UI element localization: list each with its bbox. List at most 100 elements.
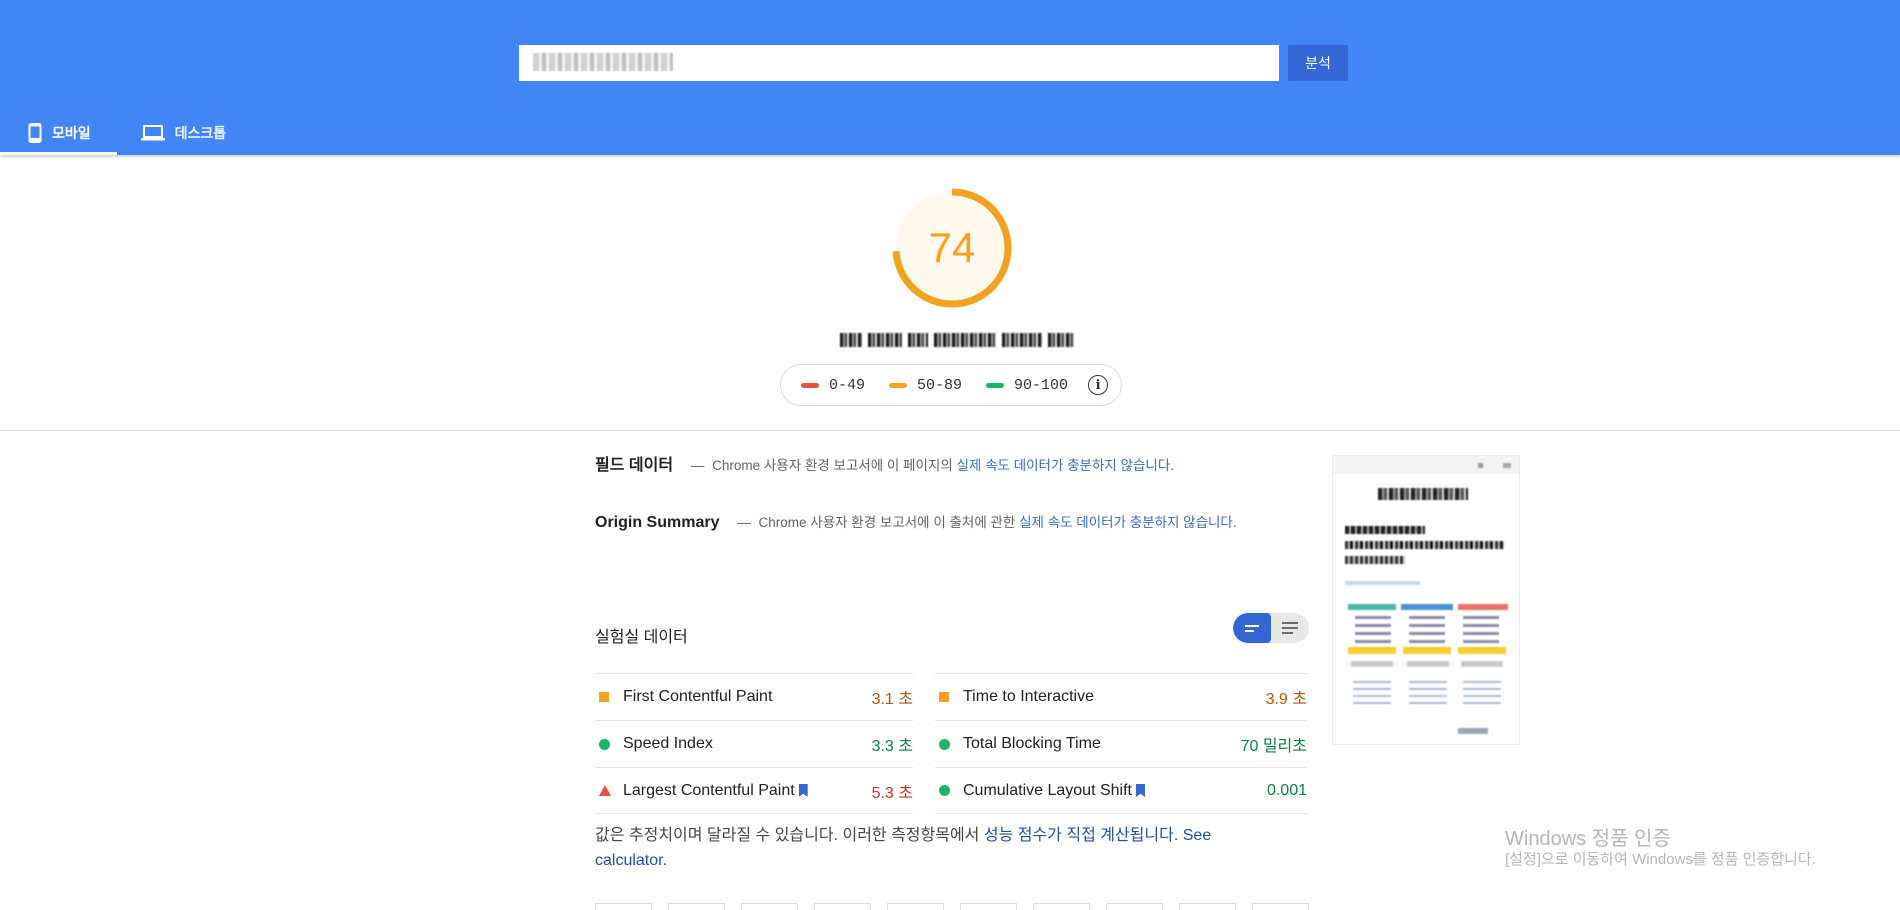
origin-summary-dash: — [737,515,751,530]
legend-swatch-pass [986,382,1005,388]
metric-name: Total Blocking Time [963,735,1101,752]
origin-summary-row: Origin Summary — Chrome 사용자 환경 보고서에 이 출처… [595,512,1255,534]
preview-block [1378,488,1468,500]
field-data-row: 필드 데이터 — Chrome 사용자 환경 보고서에 이 페이지의 실제 속도… [595,455,1315,477]
metric-value: 3.9 초 [1265,691,1307,708]
preview-block [1401,604,1453,610]
filmstrip-frame [595,903,652,910]
section-divider [0,430,1900,431]
note-text: 값은 추정치이며 달라질 수 있습니다. 이러한 측정항목에서 [595,827,980,844]
filmstrip-frame [668,903,725,910]
legend-item-average: 50-89 [889,377,962,394]
preview-block [1503,463,1511,468]
filmstrip-frame [814,903,871,910]
tab-desktop[interactable]: 데스크톱 [117,110,253,155]
preview-block [1345,581,1420,585]
metric-speed-index: Speed Index 3.3 초 [595,720,913,767]
origin-summary-text: 사용자 환경 보고서에 이 출처에 관한 [810,515,1016,530]
metric-name-wrap: Cumulative Layout Shift [963,782,1267,800]
mobile-icon [28,122,42,143]
metric-tti: Time to Interactive 3.9 초 [935,673,1307,720]
origin-summary-end: . [1232,515,1237,530]
metric-value: 70 밀리초 [1240,738,1307,755]
lab-data-heading: 실험실 데이터 [595,629,688,646]
windows-activation-subtitle: [설정]으로 이동하여 Windows를 정품 인증합니다. [1505,851,1816,868]
analyze-button[interactable]: 분석 [1288,45,1348,81]
preview-block [1351,661,1393,667]
lab-metrics-grid: First Contentful Paint 3.1 초 Time to Int… [595,673,1307,814]
preview-block [1461,661,1503,667]
score-calculation-link[interactable]: 성능 점수가 직접 계산됩니다 [984,827,1174,844]
metric-name: Largest Contentful Paint [623,781,795,799]
field-data-heading: 필드 데이터 [595,457,674,474]
desktop-icon [140,124,165,142]
preview-block [1353,681,1391,709]
metric-name: Cumulative Layout Shift [963,781,1132,799]
preview-block [1478,463,1483,468]
legend-item-pass: 90-100 [986,377,1068,394]
legend-swatch-fail [801,382,819,388]
preview-address-bar [1333,456,1519,474]
metric-value: 3.3 초 [871,738,913,755]
info-icon[interactable]: i [1088,375,1109,395]
filmstrip-frame [1033,903,1090,910]
performance-score-gauge: 74 [890,186,1014,310]
lab-data-note: 값은 추정치이며 달라질 수 있습니다. 이러한 측정항목에서 성능 점수가 직… [595,823,1275,873]
metric-value: 0.001 [1266,781,1307,799]
metric-tbt: Total Blocking Time 70 밀리초 [935,720,1307,767]
preview-block [1348,604,1396,610]
origin-summary-link[interactable]: 실제 속도 데이터가 충분하지 않습니다 [1019,515,1233,530]
pass-circle-icon [595,738,623,750]
pass-circle-icon [935,738,963,750]
windows-activation-title: Windows 정품 인증 [1505,828,1671,850]
legend-swatch-average [889,382,908,388]
compact-view-button[interactable] [1233,613,1271,643]
metric-name: Time to Interactive [963,688,1095,705]
field-data-source: Chrome [712,458,761,473]
metrics-view-toggle[interactable] [1233,613,1309,643]
preview-block [1407,661,1449,667]
filmstrip-frame [887,903,944,910]
pass-circle-icon [935,785,963,796]
pass-circle [939,785,950,796]
preview-block [1463,681,1501,709]
metric-value: 5.3 초 [871,784,913,802]
preview-block [1345,556,1405,564]
tab-mobile[interactable]: 모바일 [0,110,117,155]
compact-view-icon [1245,624,1259,632]
bookmark-icon[interactable] [1135,784,1145,797]
field-data-link[interactable]: 실제 속도 데이터가 충분하지 않습니다 [957,458,1171,473]
preview-block [1458,647,1506,654]
filmstrip-frame [741,903,798,910]
score-legend: 0-49 50-89 90-100 i [780,364,1122,406]
filmstrip-frame [1179,903,1236,910]
filmstrip-thumbnails [595,903,1309,910]
field-data-text: 사용자 환경 보고서에 이 페이지의 [763,458,953,473]
filmstrip-frame [1106,903,1163,910]
fail-triangle-icon [595,785,623,796]
preview-block [1458,604,1508,610]
pass-circle [939,738,950,750]
metric-value: 3.1 초 [871,691,913,708]
final-screenshot-preview [1332,455,1520,745]
device-tabs: 모바일 데스크톱 [0,110,252,155]
average-square-icon [595,692,623,702]
preview-block [1345,541,1505,549]
expanded-view-button[interactable] [1271,613,1309,643]
bookmark-icon[interactable] [798,784,808,797]
legend-item-fail: 0-49 [801,377,865,394]
preview-block [1458,728,1488,734]
field-data-end: . [1170,458,1175,473]
score-value: 74 [928,224,976,271]
metric-name-wrap: Largest Contentful Paint [623,782,872,800]
note-period: . [1173,827,1179,844]
metric-name: Speed Index [623,735,713,752]
expanded-view-icon [1282,622,1298,634]
preview-block [1345,526,1425,534]
origin-summary-source: Chrome [758,515,807,530]
preview-block [1348,647,1396,654]
filmstrip-frame [1252,903,1309,910]
origin-summary-heading: Origin Summary [595,514,720,531]
metric-cls: Cumulative Layout Shift 0.001 [935,767,1307,814]
preview-block [1403,647,1451,654]
